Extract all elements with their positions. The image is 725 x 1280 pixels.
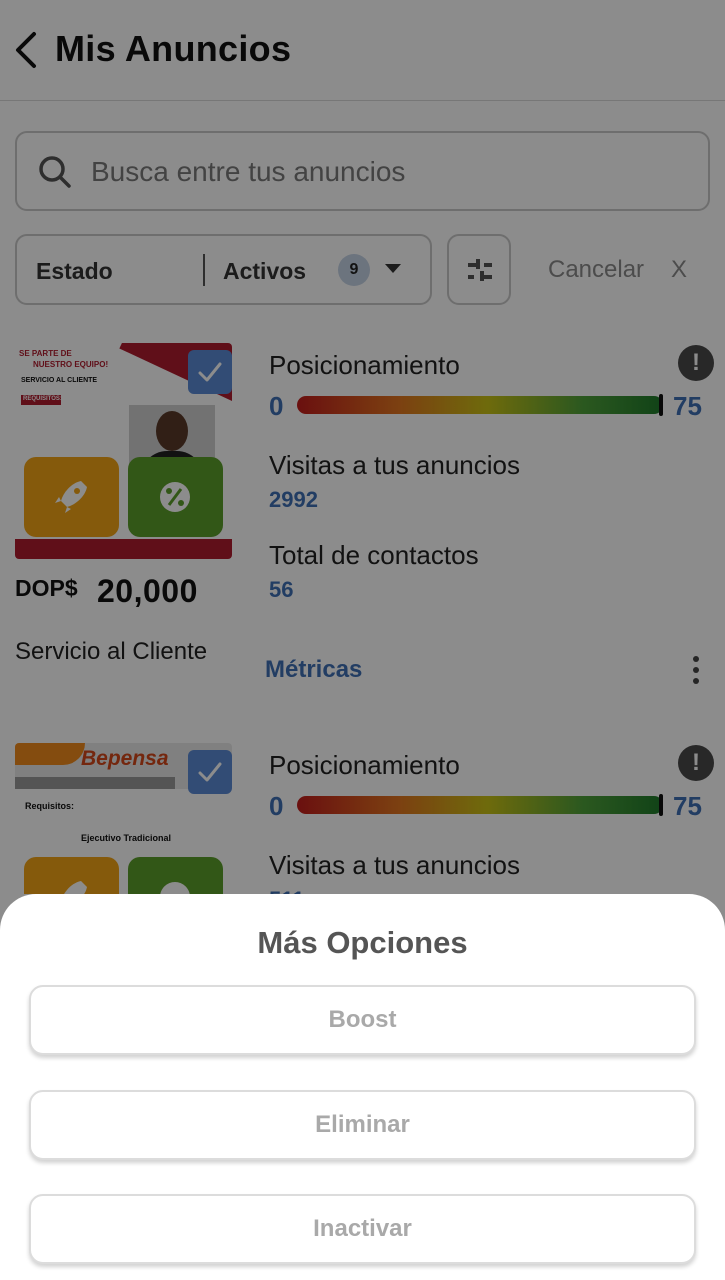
delete-option-button[interactable]: Eliminar xyxy=(29,1090,696,1160)
sheet-title: Más Opciones xyxy=(257,925,468,960)
more-options-sheet: Más Opciones Boost Eliminar Inactivar xyxy=(0,894,725,1280)
ads-page: Mis Anuncios Estado Activos 9 Cancelar X… xyxy=(0,0,725,1280)
deactivate-option-button[interactable]: Inactivar xyxy=(29,1194,696,1264)
boost-option-button[interactable]: Boost xyxy=(29,985,696,1055)
